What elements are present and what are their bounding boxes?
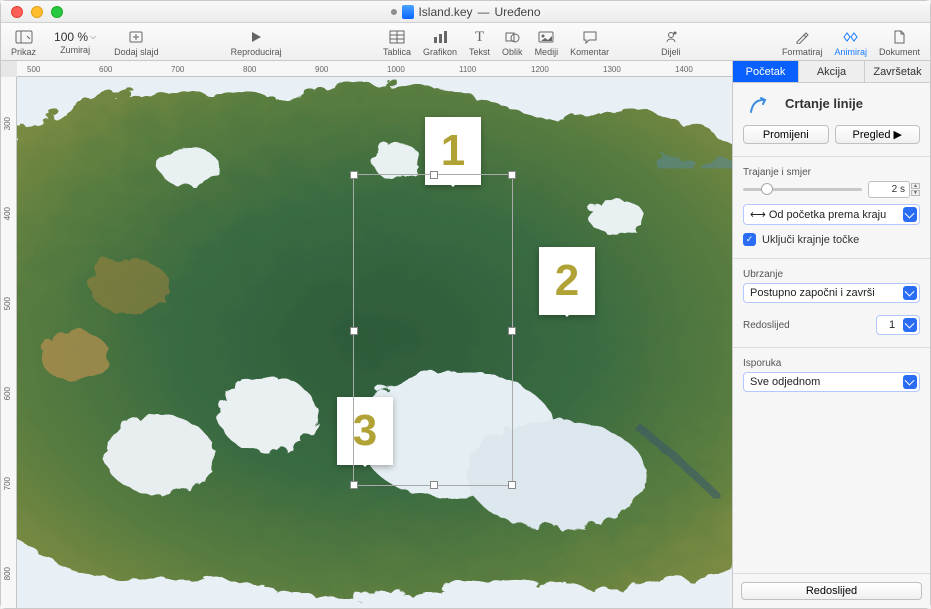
text-icon: T [475,28,484,46]
view-label: Prikaz [11,47,36,57]
document-label: Dokument [879,47,920,57]
inspector-tabs: Početak Akcija Završetak [733,61,930,83]
format-label: Formatiraj [782,47,823,57]
duration-label: Trajanje i smjer [743,167,920,178]
inspector-panel: Početak Akcija Završetak Crtanje linije … [732,61,930,608]
checkmark-icon: ✓ [743,233,756,246]
media-icon [538,28,554,46]
zoom-button[interactable]: 100 %⌵ Zumiraj [42,28,108,55]
chart-label: Grafikon [423,47,457,57]
selection-handle[interactable] [430,481,438,489]
play-icon [249,28,263,46]
add-slide-button[interactable]: Dodaj slajd [108,26,165,57]
tab-build-in[interactable]: Početak [733,61,799,82]
format-icon [794,28,810,46]
slider-thumb[interactable] [761,183,773,195]
include-endpoints-checkbox[interactable]: ✓ Uključi krajnje točke [743,233,920,246]
table-label: Tablica [383,47,411,57]
plus-icon [128,28,144,46]
add-slide-label: Dodaj slajd [114,47,159,57]
minimize-window-button[interactable] [31,6,43,18]
shape-label: Oblik [502,47,523,57]
play-button[interactable]: Reproduciraj [225,26,288,57]
tab-build-out[interactable]: Završetak [865,61,930,82]
media-button[interactable]: Mediji [529,26,565,57]
title-sep: — [478,5,490,19]
vertical-ruler: 300 400 500 600 700 800 [1,77,17,608]
view-icon [15,28,33,46]
build-order-button[interactable]: Redoslijed [741,582,922,600]
document-button[interactable]: Dokument [873,26,926,57]
table-icon [389,28,405,46]
order-popup[interactable]: 1 [876,315,920,335]
share-button[interactable]: Dijeli [655,26,687,57]
chart-button[interactable]: Grafikon [417,26,463,57]
zoom-label: Zumiraj [60,45,90,55]
duration-field[interactable]: 2 s [868,181,910,198]
selection-handle[interactable] [350,171,358,179]
comment-label: Komentar [570,47,609,57]
main-toolbar: Prikaz 100 %⌵ Zumiraj Dodaj slajd Reprod… [1,23,930,61]
media-label: Mediji [535,47,559,57]
document-icon [892,28,906,46]
filename-label: Island.key [418,5,472,19]
share-label: Dijeli [661,47,681,57]
duration-stepper[interactable]: ▲▼ [911,183,920,196]
selection-handle[interactable] [508,327,516,335]
chart-icon [432,28,448,46]
selection-handle[interactable] [430,171,438,179]
chevron-down-icon: ⌵ [90,32,96,42]
share-icon [664,28,678,46]
shape-button[interactable]: Oblik [496,26,529,57]
delivery-popup[interactable]: Sve odjednom [743,372,920,392]
selection-handle[interactable] [508,171,516,179]
zoom-value: 100 % [54,30,88,44]
edited-label: Uređeno [495,5,541,19]
text-button[interactable]: T Tekst [463,26,496,57]
comment-icon [582,28,598,46]
easing-popup[interactable]: Postupno započni i završi [743,283,920,303]
text-label: Tekst [469,47,490,57]
direction-popup[interactable]: ⟷ Od početka prema kraju [743,204,920,225]
animate-button[interactable]: Animiraj [828,26,873,57]
play-label: Reproduciraj [231,47,282,57]
selection-box[interactable] [353,174,513,486]
selection-handle[interactable] [508,481,516,489]
keynote-file-icon [401,5,413,19]
duration-slider[interactable] [743,188,862,191]
comment-button[interactable]: Komentar [564,26,615,57]
format-button[interactable]: Formatiraj [776,26,829,57]
table-button[interactable]: Tablica [377,26,417,57]
selection-handle[interactable] [350,327,358,335]
window-controls [1,6,63,18]
animate-label: Animiraj [834,47,867,57]
selection-handle[interactable] [350,481,358,489]
include-endpoints-label: Uključi krajnje točke [762,234,859,246]
effect-title: Crtanje linije [785,96,863,111]
change-effect-button[interactable]: Promijeni [743,125,829,144]
view-button[interactable]: Prikaz [5,26,42,57]
order-label: Redoslijed [743,320,790,331]
canvas-area[interactable]: 500 600 700 800 900 1000 1100 1200 1300 … [1,61,732,608]
easing-label: Ubrzanje [743,269,920,280]
close-window-button[interactable] [11,6,23,18]
shape-icon [504,28,520,46]
tab-action[interactable]: Akcija [799,61,865,82]
map-marker-2[interactable]: 2 [539,247,595,315]
window-titlebar: Island.key — Uređeno [1,1,930,23]
animate-icon [841,28,861,46]
delivery-label: Isporuka [743,358,920,369]
preview-button[interactable]: Pregled ▶ [835,125,921,144]
window-title: Island.key — Uređeno [390,5,540,19]
horizontal-ruler: 500 600 700 800 900 1000 1100 1200 1300 … [17,61,732,77]
edited-dot-icon [390,9,396,15]
effect-thumbnail-icon [743,93,777,119]
zoom-window-button[interactable] [51,6,63,18]
